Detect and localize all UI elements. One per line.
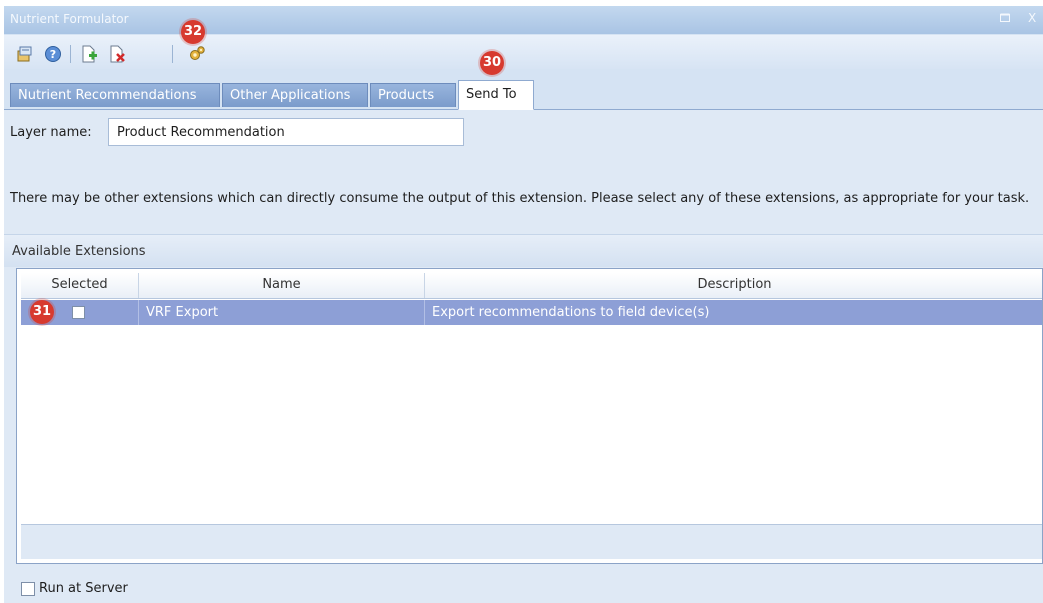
restore-button[interactable]	[1000, 11, 1010, 25]
send-to-panel: Layer name: There may be other extension…	[4, 110, 1043, 603]
info-text: There may be other extensions which can …	[10, 191, 1030, 206]
window-title: Nutrient Formulator	[10, 12, 129, 26]
restore-icon	[1000, 13, 1010, 22]
row-selected-checkbox[interactable]	[72, 306, 85, 319]
tab-strip: Nutrient Recommendations Other Applicati…	[4, 79, 1043, 110]
tab-other-applications[interactable]: Other Applications	[222, 83, 368, 107]
table-row[interactable]: VRF Export Export recommendations to fie…	[21, 300, 1042, 325]
column-header-selected[interactable]: Selected	[21, 273, 139, 298]
add-document-button[interactable]	[78, 43, 100, 65]
title-bar: Nutrient Formulator X	[4, 6, 1043, 34]
nutrient-formulator-window: Nutrient Formulator X ? Nutrient Recomme…	[4, 6, 1043, 603]
svg-text:?: ?	[50, 48, 56, 61]
description-cell: Export recommendations to field device(s…	[432, 305, 710, 320]
column-header-name[interactable]: Name	[139, 273, 425, 298]
delete-document-icon	[110, 45, 125, 63]
extensions-grid: Selected Name Description VRF Export Exp…	[16, 268, 1043, 564]
help-button[interactable]: ?	[42, 43, 64, 65]
tab-send-to[interactable]: Send To	[458, 80, 534, 110]
close-button[interactable]: X	[1028, 11, 1036, 25]
column-header-description[interactable]: Description	[425, 273, 1043, 298]
layer-name-input[interactable]	[108, 118, 464, 146]
name-cell: VRF Export	[139, 300, 425, 325]
section-label: Available Extensions	[12, 244, 146, 259]
run-at-server-checkbox[interactable]	[21, 582, 35, 596]
layer-name-label: Layer name:	[10, 125, 92, 140]
extensions-gear-icon	[190, 46, 205, 60]
tab-nutrient-recommendations[interactable]: Nutrient Recommendations	[10, 83, 220, 107]
available-extensions-header: Available Extensions	[4, 234, 1043, 267]
extensions-gear-button[interactable]	[186, 43, 208, 65]
delete-document-button[interactable]	[106, 43, 128, 65]
add-document-icon	[82, 45, 97, 63]
annotation-badge-30: 30	[480, 51, 504, 75]
help-icon: ?	[45, 46, 61, 62]
grid-footer	[21, 524, 1042, 559]
run-at-server-label: Run at Server	[39, 581, 128, 596]
toolbar-separator	[70, 45, 71, 63]
toolbar: ?	[4, 35, 1043, 69]
properties-icon	[17, 46, 32, 62]
annotation-badge-31: 31	[30, 300, 54, 324]
tab-products[interactable]: Products	[370, 83, 456, 107]
toolbar-separator	[172, 45, 173, 63]
grid-header: Selected Name Description	[21, 273, 1042, 299]
properties-button[interactable]	[14, 43, 36, 65]
annotation-badge-32: 32	[181, 20, 205, 44]
